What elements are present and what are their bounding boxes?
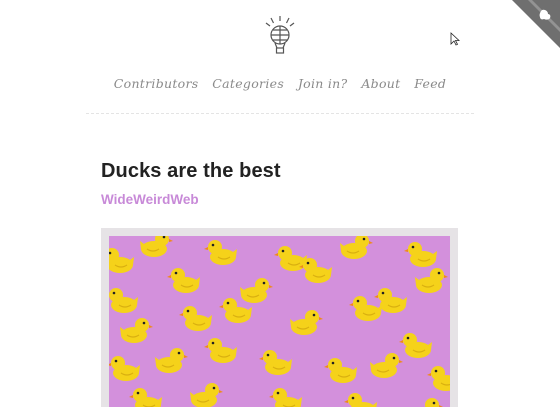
post-image-frame: [101, 228, 458, 407]
rubber-duck-icon: [370, 353, 403, 378]
rubber-duck-icon: [290, 310, 323, 335]
github-corner-icon[interactable]: [512, 0, 560, 48]
nav-link-join-in[interactable]: Join in?: [298, 76, 348, 91]
rubber-duck-icon: [259, 350, 292, 375]
rubber-duck-icon: [109, 248, 134, 273]
rubber-duck-icon: [344, 393, 377, 407]
post-title[interactable]: Ducks are the best: [101, 160, 281, 183]
nav-link-contributors[interactable]: Contributors: [114, 76, 199, 91]
nav-link-feed[interactable]: Feed: [414, 76, 446, 91]
main-nav: Contributors Categories Join in? About F…: [0, 76, 560, 91]
hot-air-balloon-icon[interactable]: [264, 15, 296, 57]
rubber-ducks-image[interactable]: [109, 236, 450, 407]
rubber-duck-icon: [415, 268, 448, 293]
nav-link-about[interactable]: About: [361, 76, 400, 91]
rubber-duck-icon: [179, 306, 212, 331]
rubber-duck-icon: [109, 288, 138, 313]
rubber-duck-icon: [140, 236, 173, 257]
rubber-duck-icon: [404, 242, 437, 267]
rubber-duck-icon: [120, 318, 153, 343]
rubber-duck-icon: [269, 388, 302, 407]
rubber-duck-icon: [129, 388, 162, 407]
rubber-duck-icon: [340, 236, 373, 259]
rubber-duck-icon: [425, 398, 443, 407]
rubber-duck-icon: [219, 298, 252, 323]
post-author-link[interactable]: WideWeirdWeb: [101, 192, 199, 207]
rubber-duck-icon: [399, 333, 432, 358]
header-divider: [86, 113, 474, 114]
rubber-duck-icon: [204, 240, 237, 265]
rubber-duck-icon: [299, 258, 332, 283]
rubber-duck-icon: [190, 383, 223, 407]
rubber-duck-icon: [109, 356, 140, 381]
mouse-pointer-icon: [450, 32, 460, 46]
rubber-duck-icon: [427, 366, 450, 391]
rubber-duck-icon: [155, 348, 188, 373]
rubber-duck-icon: [204, 338, 237, 363]
rubber-duck-icon: [324, 358, 357, 383]
nav-link-categories[interactable]: Categories: [212, 76, 284, 91]
rubber-duck-icon: [349, 296, 382, 321]
rubber-duck-icon: [167, 268, 200, 293]
